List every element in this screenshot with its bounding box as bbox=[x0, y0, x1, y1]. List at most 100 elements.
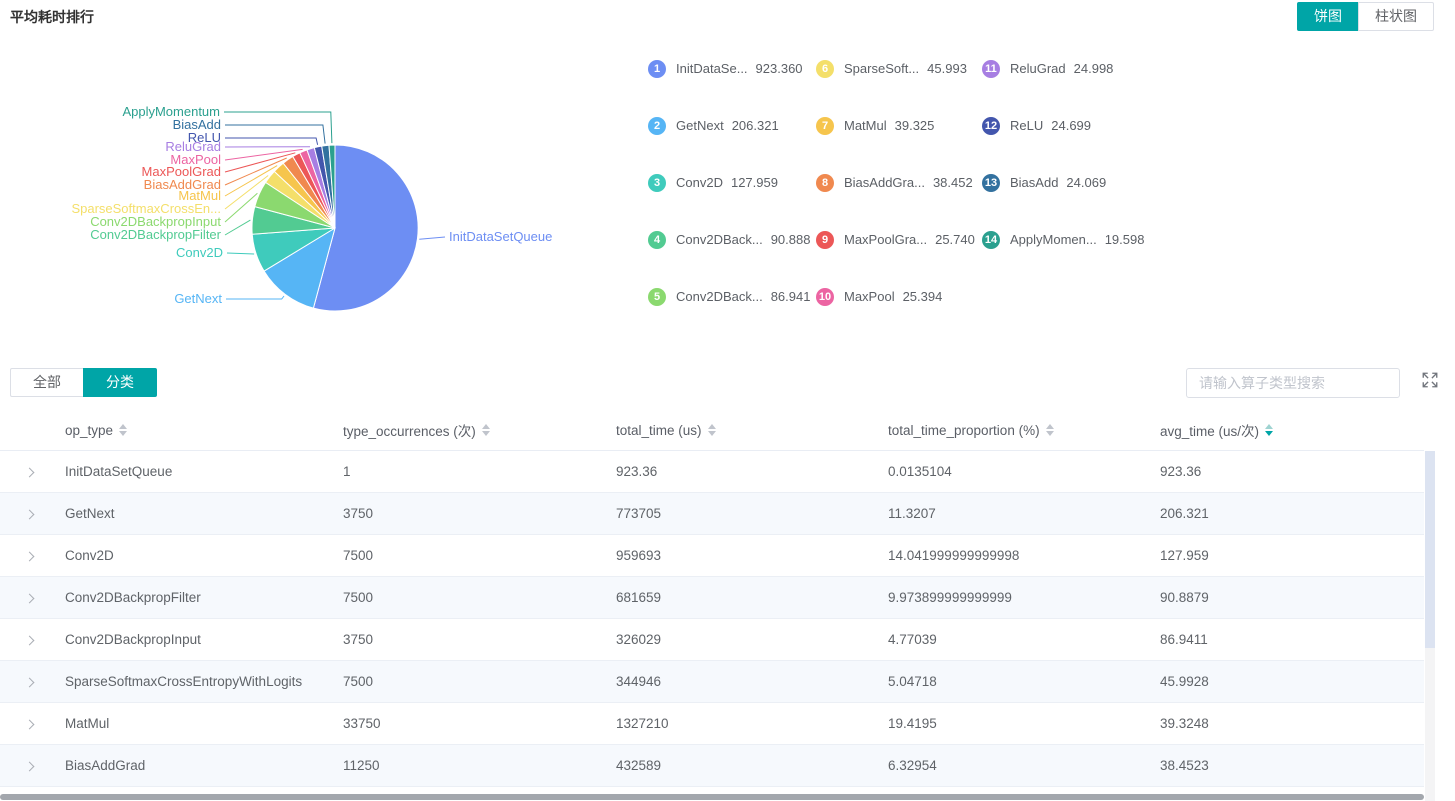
column-header-total_time_proportion: total_time_proportion (%) bbox=[883, 423, 1155, 438]
legend-rank-badge: 1 bbox=[648, 60, 666, 78]
legend-op-value: 206.321 bbox=[732, 118, 779, 133]
legend-label: MaxPoolGra...25.740 bbox=[844, 231, 975, 249]
fullscreen-button[interactable] bbox=[1420, 371, 1440, 391]
legend-rank-badge: 3 bbox=[648, 174, 666, 192]
legend-rank-badge: 6 bbox=[816, 60, 834, 78]
sort-carets-icon[interactable] bbox=[1046, 424, 1054, 436]
pie-label-BiasAdd: BiasAdd bbox=[173, 118, 221, 132]
pie-label-line-BiasAdd bbox=[225, 125, 325, 144]
sort-asc-caret[interactable] bbox=[1046, 424, 1054, 429]
legend-rank-badge: 4 bbox=[648, 231, 666, 249]
legend-item-Conv2D[interactable]: 3 Conv2D127.959 bbox=[648, 174, 816, 231]
cell-type_occurrences: 7500 bbox=[338, 548, 611, 563]
chevron-right-icon[interactable] bbox=[25, 720, 35, 730]
legend-op-value: 24.699 bbox=[1051, 118, 1091, 133]
horizontal-scrollbar[interactable] bbox=[0, 794, 1424, 800]
pie-label-ApplyMomentum: ApplyMomentum bbox=[122, 105, 220, 119]
legend-op-value: 45.993 bbox=[927, 61, 967, 76]
sort-desc-caret[interactable] bbox=[482, 431, 490, 436]
legend-rank-badge: 13 bbox=[982, 174, 1000, 192]
chevron-right-icon[interactable] bbox=[25, 552, 35, 562]
cell-type_occurrences: 3750 bbox=[338, 506, 611, 521]
table-row[interactable]: Conv2DBackpropFilter75006816599.97389999… bbox=[0, 577, 1424, 619]
cell-avg_time: 38.4523 bbox=[1155, 758, 1424, 773]
chevron-right-icon[interactable] bbox=[25, 762, 35, 772]
vertical-scrollbar-thumb[interactable] bbox=[1425, 451, 1435, 648]
legend-item-ReLU[interactable]: 12ReLU24.699 bbox=[982, 117, 1202, 174]
table-row[interactable]: Conv2D750095969314.041999999999998127.95… bbox=[0, 535, 1424, 577]
legend-op-name: Conv2DBack... bbox=[676, 232, 763, 247]
sort-asc-caret[interactable] bbox=[708, 424, 716, 429]
legend-item-Conv2DBackpropInput[interactable]: 5Conv2DBack...86.941 bbox=[648, 288, 816, 345]
cell-type_occurrences: 3750 bbox=[338, 632, 611, 647]
chevron-right-icon[interactable] bbox=[25, 594, 35, 604]
table-row[interactable]: InitDataSetQueue1923.360.0135104923.36 bbox=[0, 451, 1424, 493]
sort-desc-caret[interactable] bbox=[119, 431, 127, 436]
cell-avg_time: 39.3248 bbox=[1155, 716, 1424, 731]
sort-asc-caret[interactable] bbox=[1265, 424, 1273, 429]
pie-view-button[interactable]: 饼图 bbox=[1297, 2, 1358, 31]
legend-item-InitDataSetQueue[interactable]: 1InitDataSe...923.360 bbox=[648, 60, 816, 117]
page-title: 平均耗时排行 bbox=[10, 7, 94, 27]
pie-legend: 1InitDataSe...923.3602GetNext206.3213Con… bbox=[648, 60, 1202, 345]
sort-carets-icon[interactable] bbox=[1265, 424, 1273, 436]
legend-label: ReLU24.699 bbox=[1010, 117, 1091, 135]
legend-item-Conv2DBackpropFilter[interactable]: 4 Conv2DBack... 90.888 bbox=[648, 231, 816, 288]
table-row[interactable]: BiasAddGrad112504325896.3295438.4523 bbox=[0, 745, 1424, 787]
chevron-right-icon[interactable] bbox=[25, 468, 35, 478]
legend-op-value: 25.394 bbox=[903, 289, 943, 304]
sort-desc-caret[interactable] bbox=[1046, 431, 1054, 436]
chevron-right-icon[interactable] bbox=[25, 510, 35, 520]
legend-item-ApplyMomentum[interactable]: 14ApplyMomen...19.598 bbox=[982, 231, 1202, 288]
column-header-op_type: op_type bbox=[60, 423, 338, 438]
sort-asc-caret[interactable] bbox=[119, 424, 127, 429]
cell-avg_time: 923.36 bbox=[1155, 464, 1424, 479]
legend-rank-badge: 5 bbox=[648, 288, 666, 306]
table-row[interactable]: Conv2DBackpropInput37503260294.7703986.9… bbox=[0, 619, 1424, 661]
legend-op-name: MaxPoolGra... bbox=[844, 232, 927, 247]
pie-label-line-Conv2DBackpropFilter bbox=[225, 220, 250, 235]
op-type-search-input[interactable] bbox=[1186, 368, 1400, 398]
tab-category[interactable]: 分类 bbox=[83, 368, 157, 397]
row-expand-cell bbox=[0, 548, 60, 563]
cell-total_time_proportion: 4.77039 bbox=[883, 632, 1155, 647]
legend-label: MaxPool25.394 bbox=[844, 288, 942, 306]
legend-item-MatMul[interactable]: 7MatMul39.325 bbox=[816, 117, 982, 174]
legend-item-GetNext[interactable]: 2GetNext206.321 bbox=[648, 117, 816, 174]
legend-item-SparseSoftmaxCrossEntropyWithLogits[interactable]: 6SparseSoft...45.993 bbox=[816, 60, 982, 117]
bar-view-button[interactable]: 柱状图 bbox=[1358, 2, 1434, 31]
legend-item-ReluGrad[interactable]: 11ReluGrad24.998 bbox=[982, 60, 1202, 117]
sort-carets-icon[interactable] bbox=[708, 424, 716, 436]
cell-avg_time: 86.9411 bbox=[1155, 632, 1424, 647]
table-row[interactable]: SparseSoftmaxCrossEntropyWithLogits75003… bbox=[0, 661, 1424, 703]
legend-item-MaxPoolGrad[interactable]: 9MaxPoolGra...25.740 bbox=[816, 231, 982, 288]
sort-carets-icon[interactable] bbox=[119, 424, 127, 436]
column-label: type_occurrences (次) bbox=[343, 420, 476, 440]
legend-item-MaxPool[interactable]: 10MaxPool25.394 bbox=[816, 288, 982, 345]
legend-op-name: ApplyMomen... bbox=[1010, 232, 1097, 247]
table-row[interactable]: GetNext375077370511.3207206.321 bbox=[0, 493, 1424, 535]
vertical-scrollbar-track[interactable] bbox=[1425, 451, 1435, 801]
legend-rank-badge: 7 bbox=[816, 117, 834, 135]
legend-label: BiasAddGra...38.452 bbox=[844, 174, 973, 192]
cell-op_type: GetNext bbox=[60, 506, 338, 521]
table-row[interactable]: MatMul33750132721019.419539.3248 bbox=[0, 703, 1424, 745]
sort-asc-caret[interactable] bbox=[482, 424, 490, 429]
legend-item-BiasAddGrad[interactable]: 8 BiasAddGra...38.452 bbox=[816, 174, 982, 231]
pie-label-line-GetNext bbox=[226, 296, 284, 299]
chevron-right-icon[interactable] bbox=[25, 678, 35, 688]
legend-item-BiasAdd[interactable]: 13BiasAdd24.069 bbox=[982, 174, 1202, 231]
sort-desc-caret[interactable] bbox=[1265, 431, 1273, 436]
legend-op-value: 90.888 bbox=[771, 232, 811, 247]
column-header-avg_time: avg_time (us/次) bbox=[1155, 420, 1424, 440]
chevron-right-icon[interactable] bbox=[25, 636, 35, 646]
sort-carets-icon[interactable] bbox=[482, 424, 490, 436]
cell-total_time_proportion: 9.973899999999999 bbox=[883, 590, 1155, 605]
legend-op-name: GetNext bbox=[676, 118, 724, 133]
legend-rank-badge: 8 bbox=[816, 174, 834, 192]
tab-all[interactable]: 全部 bbox=[10, 368, 83, 397]
legend-label: Conv2D127.959 bbox=[676, 174, 778, 192]
column-label: avg_time (us/次) bbox=[1160, 420, 1259, 440]
cell-total_time: 773705 bbox=[611, 506, 883, 521]
sort-desc-caret[interactable] bbox=[708, 431, 716, 436]
